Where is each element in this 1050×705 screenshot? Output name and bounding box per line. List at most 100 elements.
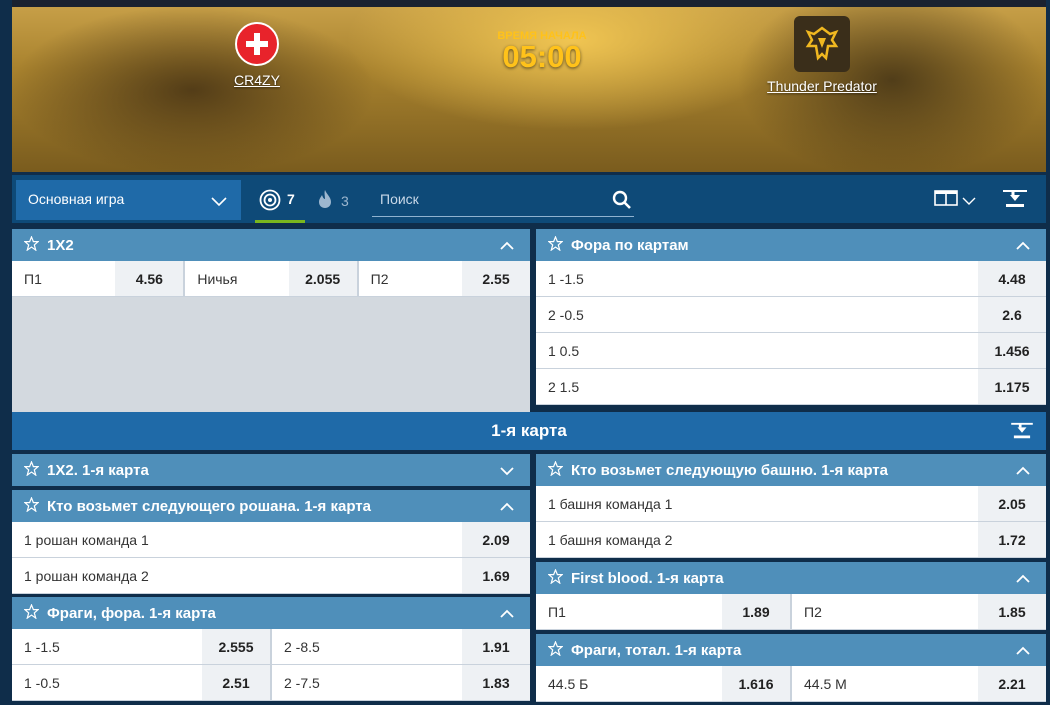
odd-value[interactable]: 2.05 — [978, 486, 1046, 521]
star-icon[interactable] — [23, 602, 40, 623]
outcome-name[interactable]: 1 -0.5 — [12, 665, 202, 700]
star-icon[interactable] — [547, 234, 564, 255]
outcome-name[interactable]: 2 -0.5 — [536, 297, 978, 332]
odds-row: 1 0.5 1.456 — [536, 333, 1046, 369]
odds-row: 2 -0.5 2.6 — [536, 297, 1046, 333]
star-icon[interactable] — [547, 639, 564, 660]
outcome-over[interactable]: 44.5 Б — [536, 666, 722, 701]
section-header-map1[interactable]: 1-я карта — [12, 412, 1046, 450]
odd-p1[interactable]: 1.89 — [722, 594, 790, 629]
target-icon — [259, 189, 281, 214]
team2-block[interactable]: Thunder Predator — [742, 16, 902, 94]
odd-p2[interactable]: 1.85 — [978, 594, 1046, 629]
collapse-icon[interactable] — [1010, 422, 1034, 445]
outcome-name[interactable]: 2 -8.5 — [272, 629, 462, 664]
odd-under[interactable]: 2.21 — [978, 666, 1046, 701]
search-input[interactable] — [372, 185, 592, 213]
odds-row: П1 4.56 Ничья 2.055 П2 2.55 — [12, 261, 530, 297]
outcome-name[interactable]: 1 0.5 — [536, 333, 978, 368]
outcome-name[interactable]: 2 1.5 — [536, 369, 978, 404]
chevron-up-icon[interactable] — [500, 499, 514, 516]
outcome-name[interactable]: 1 башня команда 1 — [536, 486, 978, 521]
banner-top-strip — [12, 0, 1046, 7]
team1-name[interactable]: CR4ZY — [217, 72, 297, 88]
tab-live[interactable]: 7 — [255, 183, 305, 223]
hot-count: 3 — [341, 192, 349, 209]
outcome-p2[interactable]: П2 — [792, 594, 978, 629]
chevron-down-icon — [962, 192, 976, 208]
layout-toggle-button[interactable] — [934, 190, 976, 209]
odd-value[interactable]: 2.09 — [462, 522, 530, 557]
market-title: Кто возьмет следующую башню. 1-я карта — [571, 461, 888, 479]
game-select-dropdown[interactable]: Основная игра — [16, 180, 241, 220]
odds-row: 44.5 Б 1.616 44.5 М 2.21 — [536, 666, 1046, 702]
odd-value[interactable]: 1.69 — [462, 558, 530, 593]
chevron-up-icon[interactable] — [1016, 571, 1030, 588]
odds-row: 1 башня команда 2 1.72 — [536, 522, 1046, 558]
outcome-name[interactable]: 1 рошан команда 1 — [12, 522, 462, 557]
team2-name[interactable]: Thunder Predator — [742, 78, 902, 94]
chevron-up-icon[interactable] — [500, 238, 514, 255]
star-icon[interactable] — [547, 567, 564, 588]
outcome-under[interactable]: 44.5 М — [792, 666, 978, 701]
odd-value[interactable]: 1.175 — [978, 369, 1046, 404]
team2-logo — [794, 16, 850, 72]
outcome-name[interactable]: 1 башня команда 2 — [536, 522, 978, 557]
market-header-tower[interactable]: Кто возьмет следующую башню. 1-я карта — [536, 454, 1046, 486]
market-header-first-blood[interactable]: First blood. 1-я карта — [536, 562, 1046, 594]
team1-block[interactable]: CR4ZY — [217, 22, 297, 88]
odd-p2[interactable]: 2.55 — [461, 261, 530, 296]
live-count: 7 — [287, 191, 295, 207]
odd-value[interactable]: 1.456 — [978, 333, 1046, 368]
market-title: Кто возьмет следующего рошана. 1-я карта — [47, 497, 371, 515]
empty-area — [12, 297, 530, 412]
start-time-block: ВРЕМЯ НАЧАЛА 05:00 — [482, 30, 602, 72]
chevron-up-icon[interactable] — [500, 606, 514, 623]
odd-value[interactable]: 2.51 — [202, 665, 270, 700]
market-map-handicap: Фора по картам 1 -1.5 4.48 2 -0.5 2.6 1 0.… — [536, 229, 1046, 405]
outcome-name[interactable]: 1 -1.5 — [12, 629, 202, 664]
outcome-draw[interactable]: Ничья — [185, 261, 289, 296]
market-header-roshan[interactable]: Кто возьмет следующего рошана. 1-я карта — [12, 490, 530, 522]
odds-row: 1 -1.5 2.555 2 -8.5 1.91 — [12, 629, 530, 665]
odds-row: 1 -1.5 4.48 — [536, 261, 1046, 297]
market-header-1x2-map1[interactable]: 1X2. 1-я карта — [12, 454, 530, 486]
collapse-all-button[interactable] — [1002, 189, 1028, 212]
market-header[interactable]: 1X2 — [12, 229, 530, 261]
outcome-name[interactable]: 1 -1.5 — [536, 261, 978, 296]
outcome-p2[interactable]: П2 — [358, 261, 462, 296]
search-box — [372, 185, 634, 217]
chevron-down-icon[interactable] — [500, 463, 514, 480]
market-1x2: 1X2 П1 4.56 Ничья 2.055 П2 2.55 — [12, 229, 530, 412]
star-icon[interactable] — [23, 495, 40, 516]
match-banner: CR4ZY ВРЕМЯ НАЧАЛА 05:00 Thunder Predato… — [12, 0, 1046, 172]
odd-p1[interactable]: 4.56 — [115, 261, 184, 296]
chevron-up-icon[interactable] — [1016, 643, 1030, 660]
odd-value[interactable]: 1.83 — [462, 665, 530, 700]
outcome-p1[interactable]: П1 — [536, 594, 722, 629]
outcome-name[interactable]: 1 рошан команда 2 — [12, 558, 462, 593]
chevron-up-icon[interactable] — [1016, 238, 1030, 255]
odd-value[interactable]: 1.91 — [462, 629, 530, 664]
odd-value[interactable]: 2.6 — [978, 297, 1046, 332]
market-title: Фора по картам — [571, 236, 689, 254]
odds-row: 2 1.5 1.175 — [536, 369, 1046, 405]
outcome-name[interactable]: 2 -7.5 — [272, 665, 462, 700]
market-title: First blood. 1-я карта — [571, 569, 724, 587]
chevron-up-icon[interactable] — [1016, 463, 1030, 480]
odd-value[interactable]: 2.555 — [202, 629, 270, 664]
star-icon[interactable] — [23, 234, 40, 255]
odd-draw[interactable]: 2.055 — [288, 261, 357, 296]
star-icon[interactable] — [547, 459, 564, 480]
tab-hot[interactable]: 3 — [317, 189, 349, 212]
search-icon[interactable] — [612, 190, 632, 213]
odd-value[interactable]: 4.48 — [978, 261, 1046, 296]
star-icon[interactable] — [23, 459, 40, 480]
market-header-frags-total[interactable]: Фраги, тотал. 1-я карта — [536, 634, 1046, 666]
market-header[interactable]: Фора по картам — [536, 229, 1046, 261]
odd-value[interactable]: 1.72 — [978, 522, 1046, 557]
market-title: Фраги, фора. 1-я карта — [47, 604, 216, 622]
outcome-p1[interactable]: П1 — [12, 261, 116, 296]
odd-over[interactable]: 1.616 — [722, 666, 790, 701]
market-header-frags-handicap[interactable]: Фраги, фора. 1-я карта — [12, 597, 530, 629]
